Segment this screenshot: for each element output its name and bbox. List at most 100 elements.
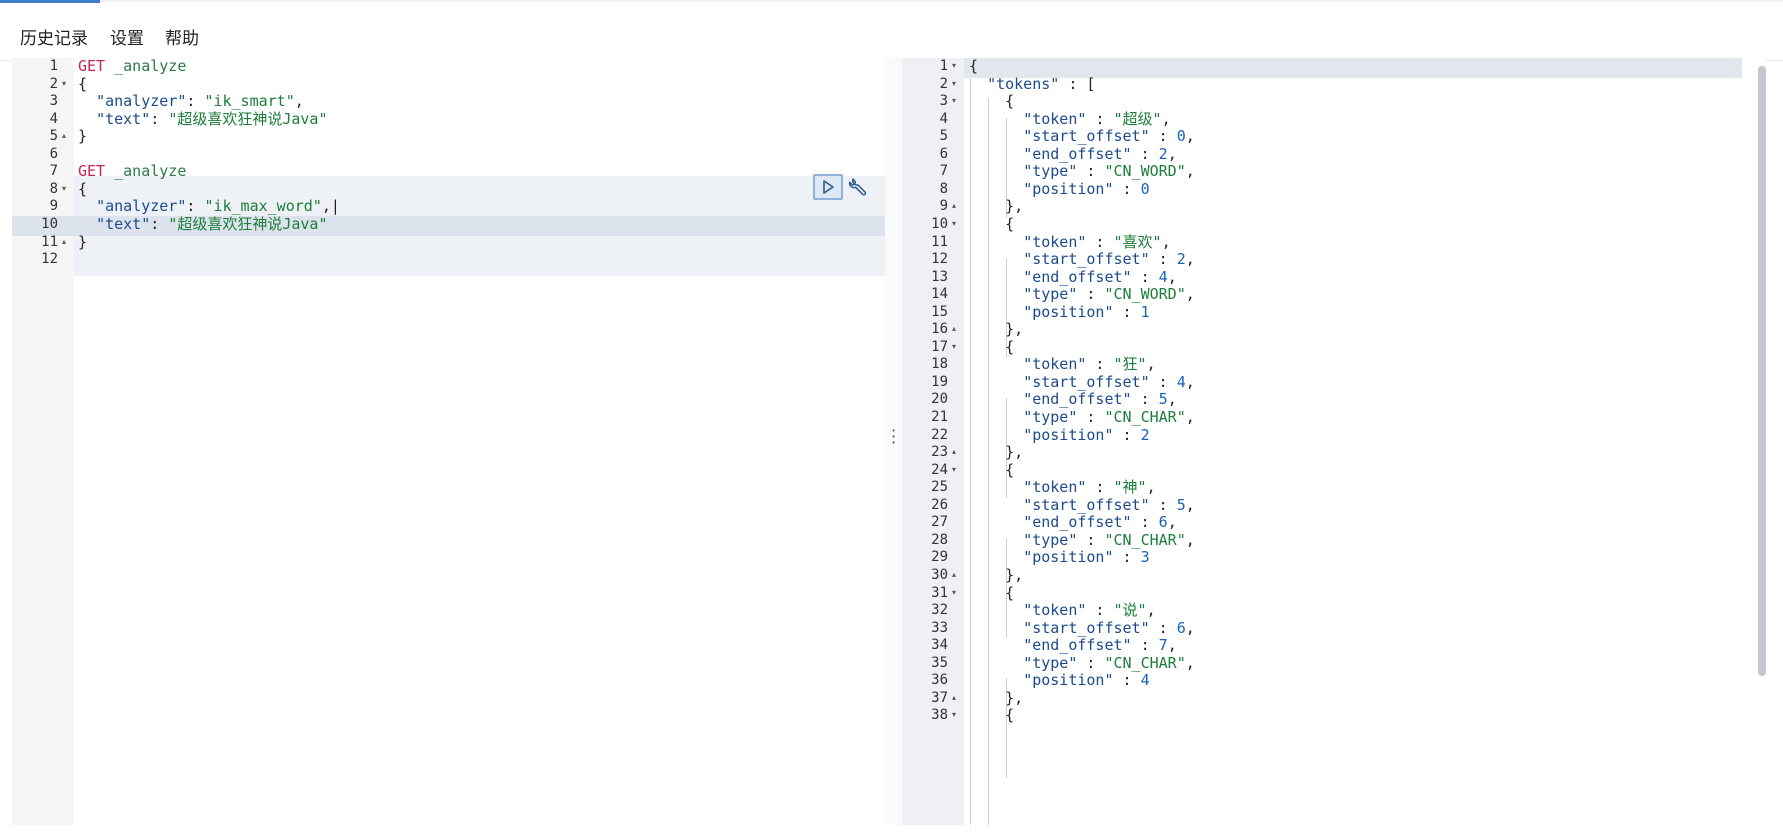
code-token: , bbox=[1185, 162, 1195, 181]
code-token: "position" bbox=[1023, 425, 1114, 444]
code-token: , bbox=[1185, 618, 1195, 637]
code-token: : bbox=[1149, 250, 1177, 269]
code-token: "type" bbox=[1023, 285, 1078, 304]
code-token: { bbox=[969, 92, 1015, 111]
menu-history[interactable]: 历史记录 bbox=[20, 24, 88, 49]
code-token: 2 bbox=[1158, 144, 1168, 163]
code-token: : bbox=[1077, 530, 1105, 549]
code-token: : bbox=[1149, 495, 1177, 514]
code-token: "position" bbox=[1023, 302, 1114, 321]
request-line: 12 bbox=[12, 249, 885, 269]
code-token: : bbox=[1086, 601, 1114, 620]
code-token: 3 bbox=[1140, 548, 1150, 567]
code-token: 2 bbox=[1176, 250, 1186, 269]
menu-help[interactable]: 帮助 bbox=[165, 24, 199, 49]
code-token: "analyzer" bbox=[96, 92, 187, 111]
code-token: , bbox=[1185, 372, 1195, 391]
code-token: "token" bbox=[1023, 109, 1087, 128]
response-viewer[interactable]: 1 ▾{2 ▾ "tokens" : [3 ▾ {4 "token" : "超级", 5… bbox=[902, 58, 1766, 825]
code-token: "end_offset" bbox=[1023, 267, 1132, 286]
code-token: "position" bbox=[1023, 548, 1114, 567]
code-token: 4 bbox=[1158, 267, 1168, 286]
vertical-ellipsis-icon[interactable]: · · · bbox=[891, 423, 896, 451]
code-token: "CN_CHAR" bbox=[1104, 408, 1186, 426]
code-token: "text" bbox=[96, 109, 151, 128]
code-token: , bbox=[1185, 127, 1195, 146]
code-token: : bbox=[1113, 548, 1141, 567]
scrollbar-thumb[interactable] bbox=[1758, 66, 1766, 676]
line-number: 38 bbox=[931, 707, 948, 724]
code-token: _analyze bbox=[114, 58, 187, 75]
code-token: "token" bbox=[1023, 601, 1087, 620]
play-icon bbox=[823, 180, 834, 194]
code-token: "start_offset" bbox=[1023, 618, 1150, 637]
code-token: 2 bbox=[1140, 425, 1150, 444]
code-token: }, bbox=[969, 197, 1024, 216]
code-token: : bbox=[1113, 302, 1141, 321]
code-token: "analyzer" bbox=[96, 197, 187, 216]
code-token: 0 bbox=[1140, 179, 1150, 198]
code-token: "喜欢" bbox=[1113, 232, 1162, 251]
code-token: , bbox=[1146, 601, 1156, 620]
code-token: : bbox=[186, 92, 205, 111]
menu-settings[interactable]: 设置 bbox=[110, 24, 144, 49]
code-token: { bbox=[969, 337, 1015, 356]
run-request-button[interactable] bbox=[813, 174, 843, 200]
code-token: "text" bbox=[96, 214, 151, 233]
code-text: { bbox=[969, 705, 1014, 725]
code-token: "token" bbox=[1023, 232, 1087, 251]
code-token: "神" bbox=[1113, 478, 1147, 497]
code-token: , bbox=[1167, 390, 1177, 409]
code-token: , bbox=[1185, 495, 1195, 514]
active-tab-indicator bbox=[0, 0, 100, 3]
code-token: } bbox=[78, 232, 88, 251]
code-token: : bbox=[1086, 355, 1114, 374]
code-token: , bbox=[1161, 109, 1171, 128]
fold-collapse-icon[interactable]: ▾ bbox=[952, 705, 956, 725]
code-token: : bbox=[1131, 144, 1159, 163]
code-token: GET bbox=[78, 162, 106, 181]
code-token: "type" bbox=[1023, 162, 1078, 181]
response-scrollbar[interactable] bbox=[1758, 58, 1766, 825]
code-token: , bbox=[1146, 478, 1156, 497]
code-token: 4 bbox=[1176, 372, 1186, 391]
pane-splitter[interactable]: · · · bbox=[885, 58, 902, 825]
code-token: _analyze bbox=[114, 162, 187, 181]
code-token: "ik_smart" bbox=[204, 92, 295, 111]
menu-bar: 历史记录 设置 帮助 bbox=[0, 8, 1783, 61]
request-actions bbox=[813, 174, 869, 202]
code-token: : bbox=[1131, 636, 1159, 655]
code-token: "type" bbox=[1023, 530, 1078, 549]
request-editor[interactable]: 1 GET _analyze 2 ▾{3 "analyzer": "ik_smart"… bbox=[12, 58, 885, 825]
code-token: "token" bbox=[1023, 355, 1087, 374]
code-token: } bbox=[78, 127, 88, 146]
code-token: "狂" bbox=[1113, 355, 1147, 374]
code-token: "end_offset" bbox=[1023, 513, 1132, 532]
code-token: "token" bbox=[1023, 478, 1087, 497]
code-token: : bbox=[1113, 425, 1141, 444]
tools-button[interactable] bbox=[847, 176, 869, 198]
code-token: "超级喜欢狂神说Java" bbox=[168, 214, 328, 233]
code-token: ,| bbox=[321, 197, 340, 216]
code-token: "type" bbox=[1023, 653, 1078, 672]
code-token: { bbox=[78, 74, 88, 93]
code-token: "end_offset" bbox=[1023, 636, 1132, 655]
